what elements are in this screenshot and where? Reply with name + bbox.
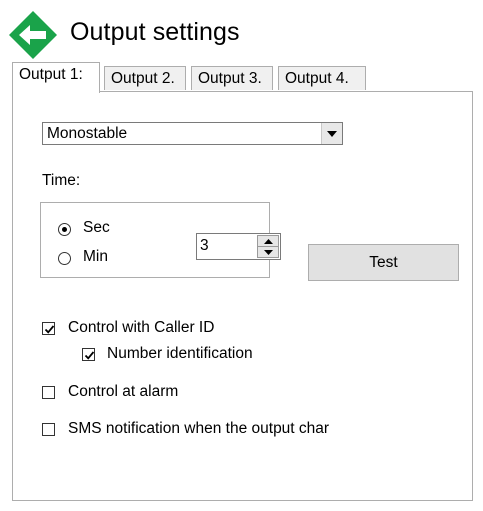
time-label: Time: <box>42 172 81 189</box>
control-at-alarm-label: Control at alarm <box>68 383 179 400</box>
sms-notification-label: SMS notification when the output char <box>68 420 330 437</box>
back-arrow-icon[interactable] <box>8 10 58 60</box>
header: Output settings <box>8 6 478 59</box>
test-button[interactable]: Test <box>308 244 459 281</box>
spin-down-icon[interactable] <box>257 246 279 258</box>
radio-sec[interactable] <box>58 223 71 236</box>
caller-id-label: Control with Caller ID <box>68 319 215 336</box>
output-tabs: Output 1: Output 2. Output 3. Output 4. <box>12 62 472 93</box>
time-value: 3 <box>200 237 209 254</box>
tab-output-2[interactable]: Output 2. <box>104 66 186 90</box>
tab-output-4[interactable]: Output 4. <box>278 66 366 90</box>
number-identification-label: Number identification <box>107 345 253 362</box>
radio-selected-dot <box>62 227 67 232</box>
mode-select-value: Monostable <box>47 125 128 142</box>
checkbox-control-at-alarm[interactable] <box>42 386 55 399</box>
page-title: Output settings <box>70 18 240 46</box>
time-value-spinner[interactable]: 3 <box>196 233 281 260</box>
tab-output-1[interactable]: Output 1: <box>12 62 100 93</box>
mode-select[interactable]: Monostable <box>42 122 343 145</box>
output-settings-panel: Monostable Time: Sec Min 3 Test Control … <box>12 91 473 501</box>
radio-min-label: Min <box>83 248 108 265</box>
radio-sec-label: Sec <box>83 219 110 236</box>
checkbox-number-identification[interactable] <box>82 348 95 361</box>
chevron-down-icon[interactable] <box>321 123 342 144</box>
radio-min[interactable] <box>58 252 71 265</box>
time-group: Sec Min 3 <box>40 202 281 278</box>
checkbox-sms-notification[interactable] <box>42 423 55 436</box>
tab-output-3[interactable]: Output 3. <box>191 66 273 90</box>
checkbox-caller-id[interactable] <box>42 322 55 335</box>
